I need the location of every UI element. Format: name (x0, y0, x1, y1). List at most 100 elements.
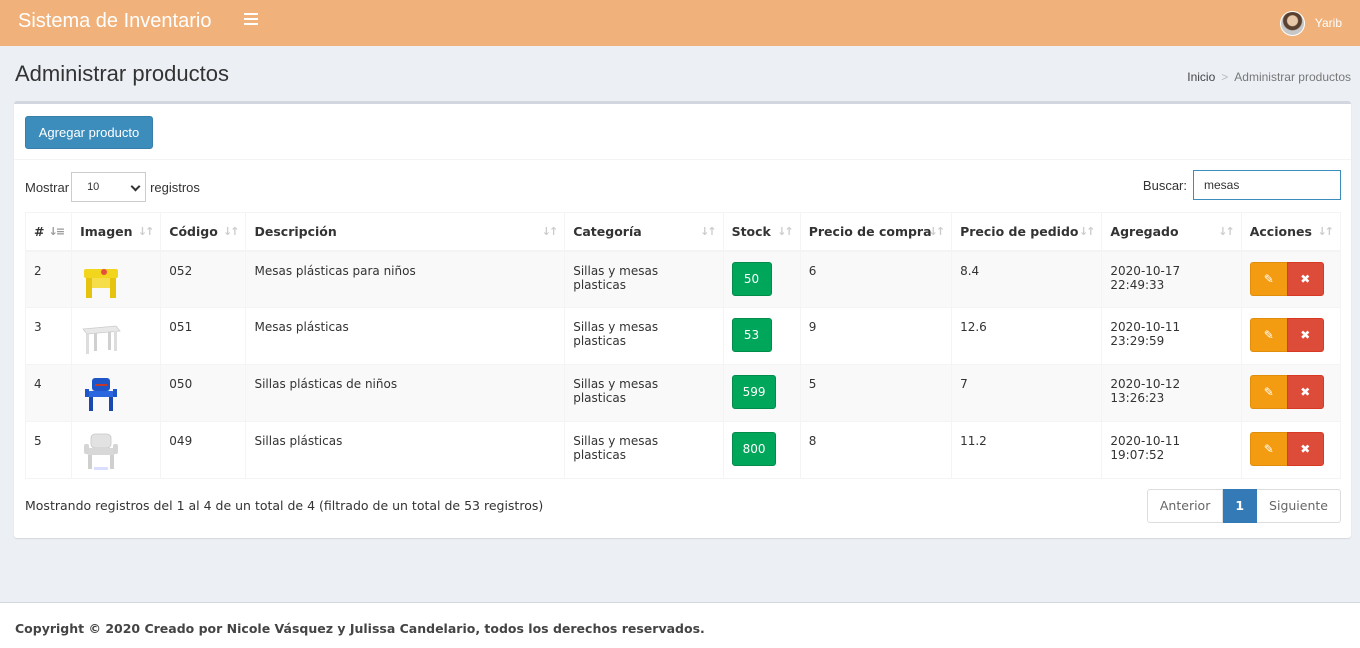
box-header: Agregar producto (14, 104, 1351, 160)
user-menu[interactable]: Yarib (1279, 9, 1342, 37)
pencil-icon: ✎ (1263, 442, 1274, 456)
page-length-select[interactable]: 10 (71, 172, 147, 202)
page-length-control: Mostrar 10 registros (25, 172, 200, 202)
breadcrumb-current: Administrar productos (1234, 70, 1351, 84)
sale-price: 8.4 (951, 250, 1103, 308)
column-header[interactable]: Agregado ↓↑ (1101, 212, 1242, 252)
close-icon: ✖ (1300, 385, 1311, 399)
column-header[interactable]: Descripción ↓↑ (245, 212, 566, 252)
page-footer: Copyright © 2020 Creado por Nicole Vásqu… (0, 602, 1360, 648)
sale-price: 7 (951, 364, 1103, 422)
product-description: Sillas plásticas (245, 421, 566, 479)
purchase-price: 6 (799, 250, 953, 308)
page-1-button[interactable]: 1 (1223, 489, 1258, 523)
purchase-price: 8 (799, 421, 953, 479)
product-description: Mesas plásticas para niños (245, 250, 566, 308)
row-number: 5 (24, 421, 73, 479)
table-row: 3 051 Mesas plásticas Sillas y mesas pla… (24, 307, 1342, 365)
search-label: Buscar: (1142, 177, 1187, 193)
row-number: 2 (24, 250, 73, 308)
row-number: 3 (24, 307, 73, 365)
row-number: 4 (24, 364, 73, 422)
product-category: Sillas y mesas plasticas (564, 421, 724, 479)
column-header[interactable]: Código ↓↑ (160, 212, 247, 252)
pagination: Anterior 1 Siguiente (1146, 489, 1341, 523)
product-code: 049 (160, 421, 247, 479)
search-input[interactable] (1193, 170, 1341, 200)
table-row: 4 050 Sillas plásticas de niños Sillas y… (24, 364, 1342, 422)
sort-icon: ↓↑ (777, 225, 794, 238)
sort-icon: ↓↑ (1218, 225, 1235, 238)
menu-toggle-icon[interactable] (244, 13, 258, 29)
app-title[interactable]: Sistema de Inventario (18, 10, 211, 33)
column-header[interactable]: # ↓≡ (24, 212, 73, 252)
product-code: 052 (160, 250, 247, 308)
avatar (1279, 10, 1305, 36)
sort-icon: ↓↑ (700, 225, 717, 238)
sort-icon: ↓↑ (1317, 225, 1335, 238)
pencil-icon: ✎ (1263, 271, 1274, 286)
records-label: registros (150, 179, 200, 195)
sort-icon: ↓↑ (137, 225, 155, 238)
edit-button[interactable]: ✎ (1249, 375, 1287, 409)
product-code: 050 (160, 364, 247, 422)
purchase-price: 9 (799, 307, 953, 365)
added-date: 2020-10-12 13:26:23 (1101, 364, 1242, 422)
product-image (82, 325, 121, 354)
sort-asc-icon: ↓≡ (48, 225, 66, 238)
breadcrumb: Inicio > Administrar productos (1187, 70, 1351, 84)
product-image (84, 433, 119, 470)
delete-button[interactable]: ✖ (1286, 318, 1324, 352)
pencil-icon: ✎ (1263, 328, 1274, 342)
table-row: 5 049 Sillas plásticas Sillas y mesas pl… (24, 421, 1342, 479)
top-navbar: Sistema de Inventario Yarib (0, 0, 1360, 46)
added-date: 2020-10-11 23:29:59 (1101, 307, 1242, 365)
edit-button[interactable]: ✎ (1249, 261, 1287, 296)
edit-button[interactable]: ✎ (1249, 432, 1287, 466)
product-category: Sillas y mesas plasticas (564, 250, 724, 308)
product-code: 051 (160, 307, 247, 365)
close-icon: ✖ (1300, 328, 1311, 342)
pencil-icon: ✎ (1263, 385, 1274, 399)
search-control: Buscar: (1143, 170, 1341, 200)
sort-icon: ↓↑ (541, 225, 559, 238)
delete-button[interactable]: ✖ (1286, 375, 1324, 409)
column-header[interactable]: Precio de compra ↓↑ (799, 212, 953, 252)
close-icon: ✖ (1300, 442, 1311, 456)
sort-icon: ↓↑ (223, 225, 240, 238)
stock-badge: 599 (731, 375, 777, 409)
delete-button[interactable]: ✖ (1286, 432, 1324, 466)
purchase-price: 5 (799, 364, 953, 422)
product-description: Sillas plásticas de niños (245, 364, 566, 422)
sale-price: 11.2 (951, 421, 1103, 479)
add-product-button[interactable]: Agregar producto (25, 116, 153, 149)
column-header[interactable]: Imagen ↓↑ (71, 212, 162, 252)
sale-price: 12.6 (951, 307, 1103, 365)
previous-page-button[interactable]: Anterior (1146, 489, 1224, 523)
products-table: # ↓≡ Imagen ↓↑ Código ↓↑ Descripción ↓↑ Cate… (24, 212, 1342, 479)
added-date: 2020-10-11 19:07:52 (1101, 421, 1242, 479)
column-header[interactable]: Categoría ↓↑ (564, 212, 724, 252)
products-box: Agregar producto Mostrar 10 registros Bu… (14, 101, 1351, 538)
show-label: Mostrar (25, 179, 70, 195)
breadcrumb-home[interactable]: Inicio (1187, 70, 1215, 84)
next-page-button[interactable]: Siguiente (1257, 489, 1341, 523)
close-icon: ✖ (1300, 271, 1311, 286)
table-header-row: # ↓≡ Imagen ↓↑ Código ↓↑ Descripción ↓↑ Cate… (24, 212, 1342, 252)
page-title: Administrar productos (15, 61, 229, 86)
delete-button[interactable]: ✖ (1286, 261, 1324, 296)
column-header[interactable]: Stock ↓↑ (722, 212, 801, 252)
edit-button[interactable]: ✎ (1249, 318, 1287, 352)
table-row: 2 052 Mesas plásticas para niños Sillas … (24, 250, 1342, 308)
table-info: Mostrando registros del 1 al 4 de un tot… (25, 498, 544, 513)
column-header[interactable]: Acciones ↓↑ (1240, 212, 1342, 252)
product-image (85, 378, 118, 411)
added-date: 2020-10-17 22:49:33 (1101, 250, 1242, 308)
stock-badge: 53 (731, 318, 772, 352)
user-name: Yarib (1314, 16, 1342, 30)
column-header[interactable]: Precio de pedido ↓↑ (951, 212, 1103, 252)
stock-badge: 800 (731, 432, 777, 466)
product-category: Sillas y mesas plasticas (564, 364, 724, 422)
product-description: Mesas plásticas (245, 307, 566, 365)
product-image (84, 268, 119, 298)
